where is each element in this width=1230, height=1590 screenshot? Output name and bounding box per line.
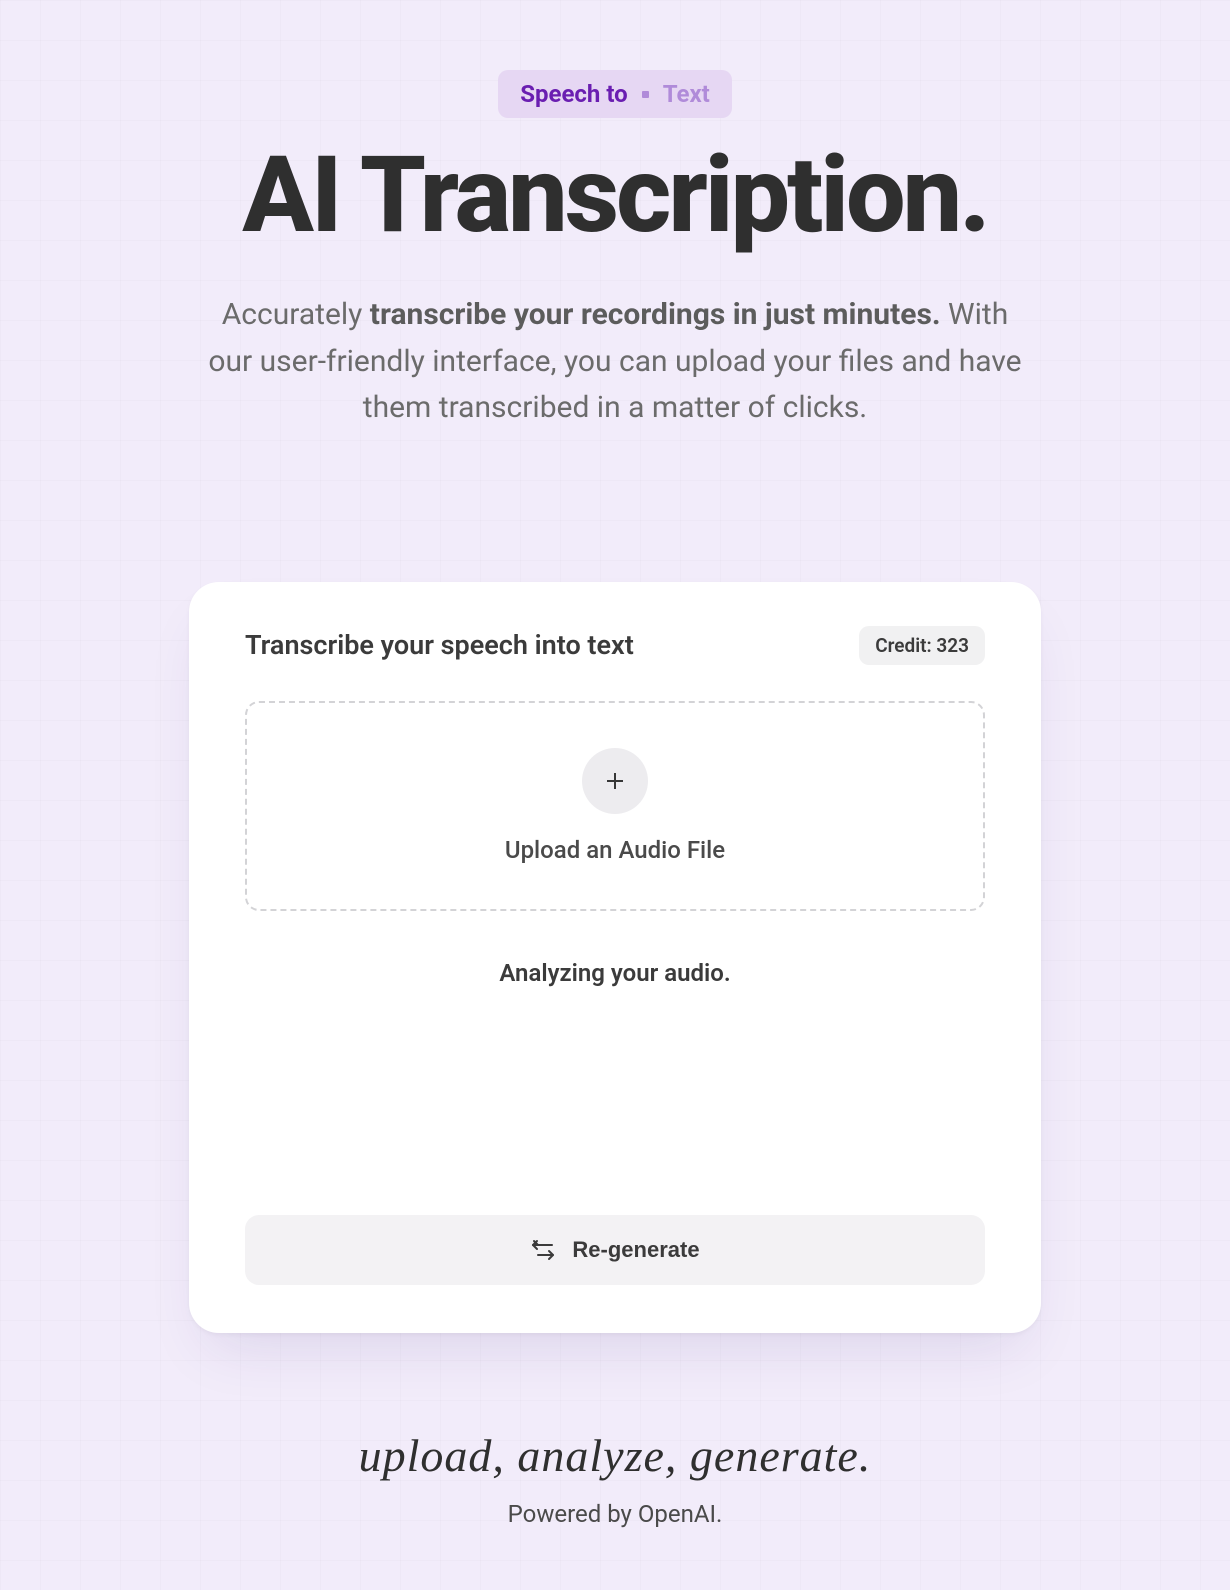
powered-by: Powered by OpenAI. — [508, 1500, 723, 1528]
swap-arrows-icon — [530, 1239, 556, 1261]
page: Speech to Text AI Transcription. Accurat… — [0, 0, 1230, 1588]
regenerate-button[interactable]: Re-generate — [245, 1215, 985, 1285]
category-pill: Speech to Text — [498, 70, 732, 118]
page-title: AI Transcription. — [242, 142, 987, 248]
card-title: Transcribe your speech into text — [245, 629, 634, 661]
subcopy-pre: Accurately — [222, 297, 370, 332]
footer-tagline: upload, analyze, generate. — [359, 1429, 872, 1482]
status-text: Analyzing your audio. — [245, 959, 985, 987]
plus-icon — [603, 769, 627, 793]
credit-badge: Credit: 323 — [859, 626, 985, 665]
card-header: Transcribe your speech into text Credit:… — [245, 626, 985, 665]
transcription-card: Transcribe your speech into text Credit:… — [189, 582, 1041, 1333]
pill-left-text: Speech to — [520, 80, 627, 108]
pill-right-text: Text — [663, 80, 710, 108]
upload-label: Upload an Audio File — [505, 836, 725, 864]
waveform-visual — [295, 1007, 935, 1167]
bullet-icon — [642, 91, 649, 98]
upload-dropzone[interactable]: Upload an Audio File — [245, 701, 985, 911]
add-file-button[interactable] — [582, 748, 648, 814]
subcopy-bold: transcribe your recordings in just minut… — [370, 297, 941, 332]
regenerate-label: Re-generate — [572, 1237, 699, 1263]
page-subtitle: Accurately transcribe your recordings in… — [205, 292, 1025, 432]
